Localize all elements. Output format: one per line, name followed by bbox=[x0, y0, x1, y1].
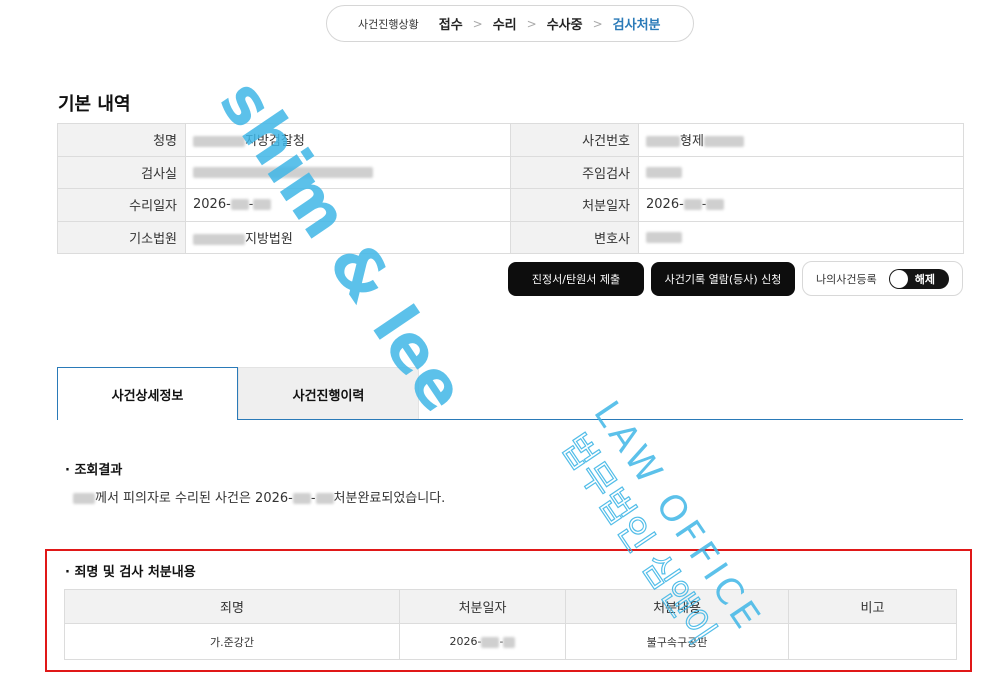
tab-divider bbox=[238, 419, 963, 420]
field-label: 변호사 bbox=[510, 220, 639, 254]
remarks bbox=[788, 623, 957, 660]
charge-name: 가.준강간 bbox=[64, 623, 400, 660]
field-value bbox=[185, 155, 511, 189]
table-row: 검사실 주임검사 bbox=[57, 155, 964, 189]
petition-submit-button[interactable]: 진정서/탄원서 제출 bbox=[508, 262, 644, 296]
column-header: 처분일자 bbox=[399, 589, 566, 624]
field-value: 2026- - bbox=[638, 188, 964, 222]
redacted-text bbox=[292, 493, 311, 504]
table-row: 수리일자 2026- - 처분일자 2026- - bbox=[57, 188, 964, 222]
charges-title: · 죄명 및 검사 처분내용 bbox=[65, 565, 196, 580]
record-view-request-button[interactable]: 사건기록 열람(등사) 신청 bbox=[651, 262, 795, 296]
inquiry-result-title: · 조회결과 bbox=[65, 463, 123, 478]
redacted-text bbox=[646, 231, 682, 243]
redacted-text bbox=[253, 199, 272, 211]
chevron-right-icon: > bbox=[592, 16, 603, 31]
redacted-text bbox=[315, 493, 334, 504]
progress-step-investigating: 수사중 bbox=[546, 18, 583, 33]
field-value bbox=[638, 220, 964, 254]
redacted-text bbox=[193, 166, 373, 178]
redacted-text bbox=[706, 199, 725, 211]
field-label: 검사실 bbox=[57, 155, 186, 189]
redacted-text bbox=[481, 636, 500, 648]
field-value bbox=[638, 155, 964, 189]
redacted-text bbox=[193, 233, 245, 245]
redacted-text bbox=[646, 166, 682, 178]
tab-case-detail[interactable]: 사건상세정보 bbox=[57, 367, 238, 420]
redacted-text bbox=[193, 136, 245, 148]
redacted-text bbox=[683, 199, 702, 211]
field-value: 지방법원 bbox=[185, 220, 511, 254]
field-label: 수리일자 bbox=[57, 188, 186, 222]
progress-step-received: 접수 bbox=[438, 18, 463, 33]
basic-info-title: 기본 내역 bbox=[58, 94, 131, 115]
my-case-register: 나의사건등록 해제 bbox=[802, 261, 963, 296]
field-value: 지방검찰청 bbox=[185, 123, 511, 157]
my-case-toggle[interactable]: 해제 bbox=[889, 269, 949, 289]
field-value: 형제 bbox=[638, 123, 964, 157]
table-row: 가.준강간 2026- - 불구속구공판 bbox=[64, 623, 957, 660]
redacted-text bbox=[73, 493, 95, 504]
field-label: 사건번호 bbox=[510, 123, 639, 157]
toggle-label: 해제 bbox=[914, 273, 935, 286]
field-label: 처분일자 bbox=[510, 188, 639, 222]
redacted-text bbox=[503, 636, 516, 648]
table-header-row: 죄명 처분일자 처분내용 비고 bbox=[64, 589, 957, 624]
table-row: 청명 지방검찰청 사건번호 형제 bbox=[57, 123, 964, 157]
table-row: 기소법원 지방법원 변호사 bbox=[57, 220, 964, 254]
case-progress-bar: 사건진행상황 접수 > 수리 > 수사중 > 검사처분 bbox=[326, 5, 694, 42]
progress-step-disposition: 검사처분 bbox=[612, 18, 661, 33]
charges-table: 죄명 처분일자 처분내용 비고 가.준강간 2026- - 불구속구공판 bbox=[64, 589, 957, 660]
column-header: 죄명 bbox=[64, 589, 400, 624]
redacted-text bbox=[646, 136, 680, 148]
progress-label: 사건진행상황 bbox=[358, 17, 419, 31]
column-header: 처분내용 bbox=[565, 589, 789, 624]
redacted-text bbox=[230, 199, 249, 211]
toggle-knob bbox=[890, 270, 908, 288]
chevron-right-icon: > bbox=[526, 16, 537, 31]
tab-case-history[interactable]: 사건진행이력 bbox=[238, 367, 419, 420]
field-label: 기소법원 bbox=[57, 220, 186, 254]
column-header: 비고 bbox=[788, 589, 957, 624]
field-value: 2026- - bbox=[185, 188, 511, 222]
redacted-text bbox=[703, 136, 744, 148]
basic-info-table: 청명 지방검찰청 사건번호 형제 검사실 주임검사 수리일자 2026- - 처분… bbox=[57, 123, 964, 254]
field-label: 주임검사 bbox=[510, 155, 639, 189]
my-case-label: 나의사건등록 bbox=[816, 272, 877, 286]
inquiry-result-text: 께서 피의자로 수리된 사건은 2026- - 처분완료되었습니다. bbox=[73, 487, 445, 506]
progress-step-accepted: 수리 bbox=[492, 18, 517, 33]
field-label: 청명 bbox=[57, 123, 186, 157]
disposition-result: 불구속구공판 bbox=[565, 623, 789, 660]
disposition-date: 2026- - bbox=[399, 623, 566, 660]
chevron-right-icon: > bbox=[472, 16, 483, 31]
